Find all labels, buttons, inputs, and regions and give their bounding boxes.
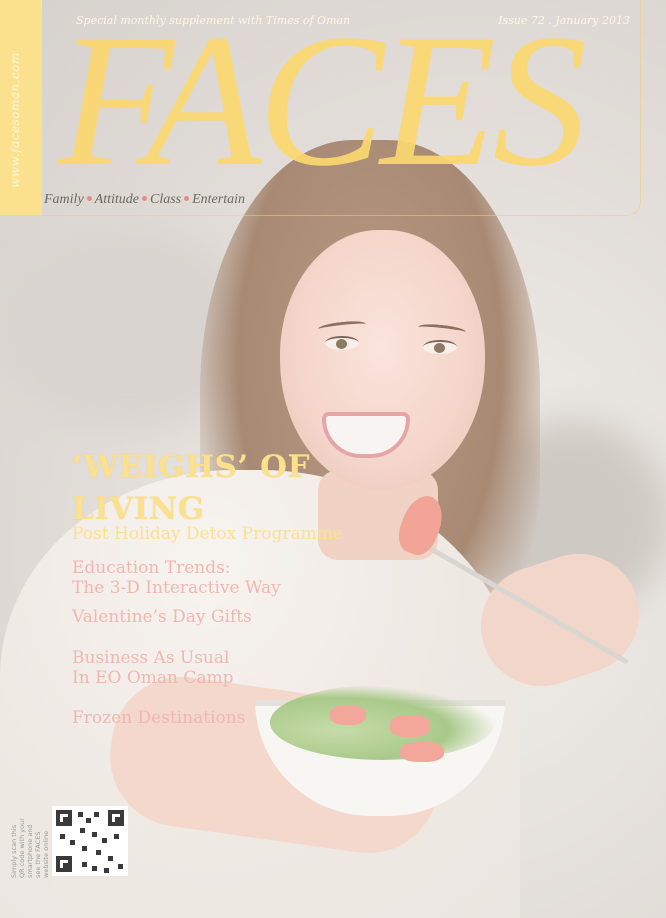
tagline: Family Attitude Class Entertain <box>44 192 245 208</box>
cover-story: Education Trends: The 3-D Interactive Wa… <box>72 558 281 598</box>
qr-finder <box>56 810 72 826</box>
issue-date: Issue 72 . January 2013 <box>498 14 630 27</box>
qr-code-icon[interactable] <box>52 806 128 876</box>
qr-module <box>118 864 123 869</box>
salmon-piece <box>390 715 430 737</box>
qr-module <box>70 840 75 845</box>
salad <box>270 685 495 760</box>
salmon-piece <box>400 742 444 762</box>
qr-finder <box>56 856 72 872</box>
tagline-word: Family <box>44 192 84 207</box>
qr-module <box>104 868 109 873</box>
qr-finder <box>108 810 124 826</box>
qr-module <box>92 832 97 837</box>
cover-story: Frozen Destinations <box>72 708 245 728</box>
bullet-icon <box>184 196 190 201</box>
qr-module <box>82 862 87 867</box>
bullet-icon <box>141 196 147 201</box>
magazine-cover: www.facesoman.com FACES Special monthly … <box>0 0 666 918</box>
bullet-icon <box>86 196 92 201</box>
story-line: Valentine’s Day Gifts <box>72 607 252 627</box>
headline-subhead: Post Holiday Detox Programme <box>72 524 343 544</box>
qr-module <box>92 866 97 871</box>
qr-caption: Simply scan this QR code with your smart… <box>10 818 50 878</box>
qr-module <box>86 818 91 823</box>
tagline-word: Entertain <box>192 192 245 207</box>
story-line: In EO Oman Camp <box>72 668 234 688</box>
qr-module <box>82 846 87 851</box>
right-eye <box>423 340 457 354</box>
qr-module <box>78 812 83 817</box>
story-line: Business As Usual <box>72 648 230 668</box>
qr-module <box>114 834 119 839</box>
left-eye <box>325 336 359 350</box>
tagline-word: Class <box>149 192 182 207</box>
story-line: Frozen Destinations <box>72 708 246 728</box>
qr-module <box>108 856 113 861</box>
cover-story: Business As Usual In EO Oman Camp <box>72 648 234 688</box>
main-headline: ‘WEIGHS’ OF LIVING <box>72 446 310 530</box>
website-url[interactable]: www.facesoman.com <box>8 52 22 188</box>
qr-module <box>102 838 107 843</box>
qr-module <box>80 828 85 833</box>
masthead-logo: FACES <box>58 0 587 206</box>
tagline-word: Attitude <box>94 192 139 207</box>
cover-story: Valentine’s Day Gifts <box>72 607 252 627</box>
story-line: Education Trends: <box>72 558 231 578</box>
salmon-piece <box>330 705 366 725</box>
story-line: The 3-D Interactive Way <box>72 578 281 598</box>
qr-module <box>96 850 101 855</box>
qr-module <box>60 834 65 839</box>
supplement-line: Special monthly supplement with Times of… <box>76 14 351 27</box>
qr-module <box>94 812 99 817</box>
headline-line: ‘WEIGHS’ OF <box>72 449 310 485</box>
